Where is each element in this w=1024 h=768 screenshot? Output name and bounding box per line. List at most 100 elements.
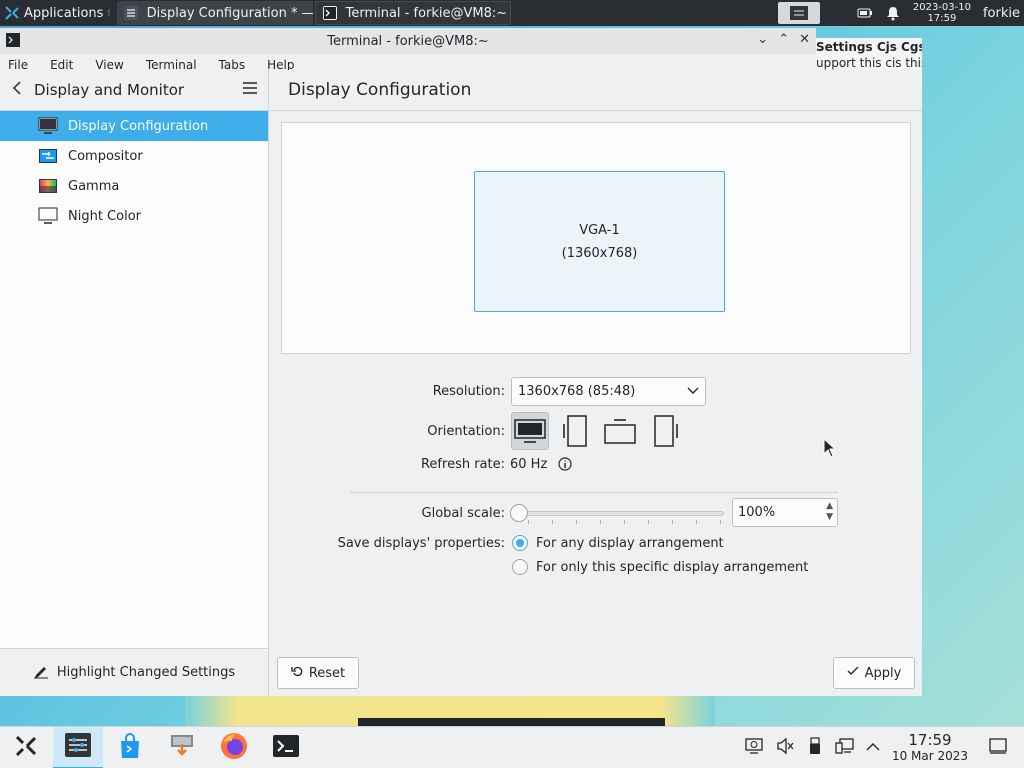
highlight-changed-settings-label: Highlight Changed Settings <box>56 665 236 680</box>
global-scale-label: Global scale: <box>421 506 505 521</box>
radio-specific-arrangement-label[interactable]: For only this specific display arrangeme… <box>536 560 808 575</box>
monitor-output-vga-1[interactable]: VGA-1 (1360x768) <box>474 171 725 312</box>
monitor-icon <box>38 117 58 135</box>
orientation-inverted-button[interactable] <box>601 412 639 450</box>
maximize-icon[interactable]: ⌃ <box>778 32 789 47</box>
show-desktop-button[interactable] <box>987 727 1009 768</box>
refresh-rate-value: 60 Hz <box>510 457 548 472</box>
check-icon <box>847 665 859 681</box>
screen-capture-tray[interactable] <box>743 727 765 768</box>
global-scale-value: 100% <box>738 505 776 520</box>
kde-launcher-button[interactable] <box>1 727 51 768</box>
terminal-title: Terminal - forkie@VM8:~ <box>327 33 489 49</box>
global-scale-spinbox[interactable]: 100% ▲ ▼ <box>732 498 838 527</box>
launcher-menu-icon: ⁝ <box>107 7 111 19</box>
sidebar: Display and Monitor Display Configuratio… <box>0 70 269 696</box>
task-display-configuration[interactable]: Display Configuration * —... <box>116 1 313 25</box>
screen-capture-icon <box>744 737 764 759</box>
slider-tick <box>720 520 721 524</box>
bottom-panel: 17:59 10 Mar 2023 <box>0 726 1024 768</box>
orientation-landscape-button[interactable] <box>511 412 549 450</box>
bg-text-line2: upport this cis this <box>816 56 922 70</box>
slider-tick <box>672 520 673 524</box>
usb-drive-icon <box>807 737 823 759</box>
panel-clock-date: 10 Mar 2023 <box>891 749 969 763</box>
kde-logo-icon <box>4 5 20 21</box>
hidden-window-edge <box>358 718 665 726</box>
radio-any-arrangement[interactable] <box>512 535 528 551</box>
page-title: Display Configuration <box>270 70 922 111</box>
task-terminal[interactable]: Terminal - forkie@VM8:~ <box>314 1 511 25</box>
orientation-label: Orientation: <box>427 424 505 439</box>
discover-store-icon <box>116 732 144 764</box>
show-desktop-icon <box>989 738 1007 758</box>
divider <box>350 492 838 493</box>
hamburger-menu-icon[interactable] <box>242 81 258 99</box>
pager[interactable] <box>778 2 820 24</box>
sidebar-item-label: Compositor <box>68 148 143 164</box>
slider-tick <box>624 520 625 524</box>
terminal-window: Terminal - forkie@VM8:~ ⌄ ⌃ ✕ File Edit … <box>0 28 816 72</box>
reset-label: Reset <box>308 665 346 681</box>
settings-icon <box>123 5 139 21</box>
apply-button[interactable]: Apply <box>833 657 915 689</box>
panel-clock-time: 17:59 <box>908 731 952 749</box>
global-scale-slider[interactable] <box>518 511 724 516</box>
compositor-icon <box>38 147 58 165</box>
battery-icon[interactable] <box>857 5 873 21</box>
notifications-icon[interactable] <box>885 5 901 21</box>
resolution-value: 1360x768 (85:48) <box>518 384 636 399</box>
sidebar-item-compositor[interactable]: Compositor <box>0 141 268 171</box>
global-scale-slider-handle[interactable] <box>510 504 528 522</box>
device-notifier-tray[interactable] <box>804 727 826 768</box>
slider-tick <box>696 520 697 524</box>
taskbar-discover[interactable] <box>105 727 155 768</box>
top-clock[interactable]: 2023-03-10 17:59 <box>913 2 971 24</box>
taskbar-installer[interactable] <box>157 727 207 768</box>
panel-clock[interactable]: 17:59 10 Mar 2023 <box>888 731 972 764</box>
taskbar-system-settings[interactable] <box>53 727 103 768</box>
user-name[interactable]: forkie <box>983 6 1020 21</box>
launcher-label: Applications <box>24 5 104 21</box>
back-icon[interactable] <box>10 80 24 100</box>
highlight-changed-settings-button[interactable]: Highlight Changed Settings <box>0 648 268 696</box>
close-icon[interactable]: ✕ <box>799 32 810 47</box>
radio-specific-arrangement[interactable] <box>512 559 528 575</box>
application-launcher[interactable]: Applications ⁝ <box>0 0 115 26</box>
network-tray[interactable] <box>834 727 856 768</box>
save-properties-label: Save displays' properties: <box>337 536 505 551</box>
display-arrangement-area: VGA-1 (1360x768) <box>281 122 911 354</box>
chevron-up-icon <box>866 741 880 756</box>
background-window-fragment: Settings Cjs Cgs C upport this cis this <box>816 38 922 72</box>
spin-up-icon[interactable]: ▲ <box>826 501 833 512</box>
orientation-portrait-left-button[interactable] <box>557 412 595 450</box>
top-clock-date: 2023-03-10 <box>912 2 971 13</box>
volume-tray[interactable] <box>774 727 796 768</box>
terminal-window-icon <box>6 33 20 51</box>
sidebar-item-gamma[interactable]: Gamma <box>0 171 268 201</box>
info-icon[interactable] <box>558 457 572 475</box>
orientation-portrait-right-button[interactable] <box>646 412 684 450</box>
spin-down-icon[interactable]: ▼ <box>826 512 833 523</box>
sidebar-item-label: Gamma <box>68 178 120 194</box>
resolution-label: Resolution: <box>432 384 505 399</box>
terminal-icon <box>322 5 338 21</box>
reset-button[interactable]: Reset <box>277 657 359 689</box>
slider-tick <box>576 520 577 524</box>
minimize-icon[interactable]: ⌄ <box>757 32 768 47</box>
terminal-titlebar[interactable]: Terminal - forkie@VM8:~ ⌄ ⌃ ✕ <box>0 28 816 54</box>
network-wired-icon <box>835 737 855 759</box>
taskbar-firefox[interactable] <box>209 727 259 768</box>
resolution-select[interactable]: 1360x768 (85:48) <box>511 377 706 406</box>
tray-expander[interactable] <box>862 727 884 768</box>
sidebar-item-night-color[interactable]: Night Color <box>0 201 268 231</box>
taskbar-terminal[interactable] <box>261 727 311 768</box>
pen-icon <box>33 663 49 683</box>
bg-text-line1: Settings Cjs Cgs C <box>816 40 922 54</box>
task-label: Display Configuration * —... <box>146 5 313 21</box>
slider-tick <box>600 520 601 524</box>
radio-any-arrangement-label[interactable]: For any display arrangement <box>536 536 724 551</box>
chevron-down-icon <box>687 384 699 399</box>
sidebar-item-display-configuration[interactable]: Display Configuration <box>0 111 268 141</box>
mouse-cursor-icon <box>823 437 837 462</box>
